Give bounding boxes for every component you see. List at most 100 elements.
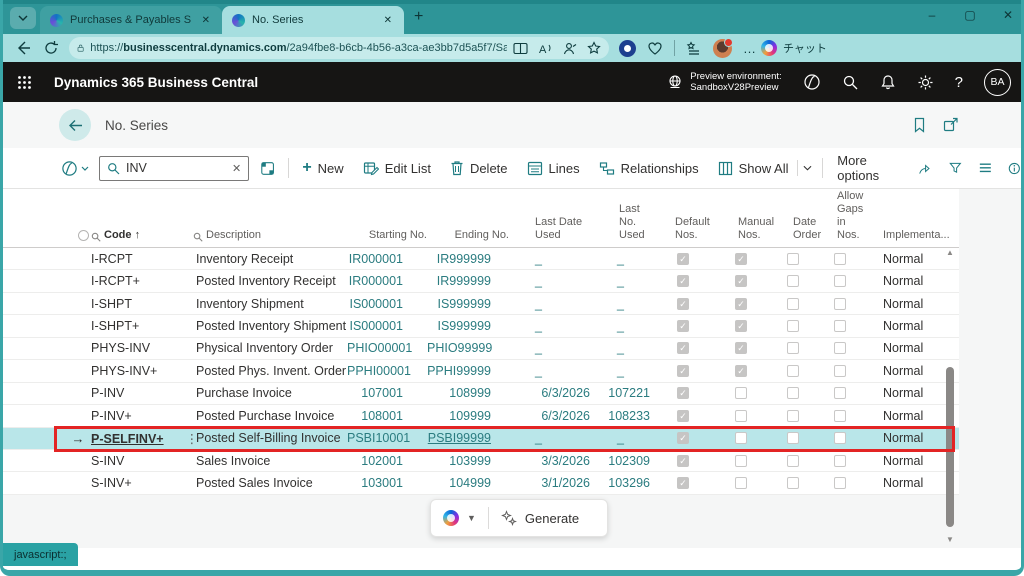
column-header-code[interactable]: Code ↑ [91,229,177,247]
cell-code[interactable]: I-RCPT [91,252,177,266]
cell-code[interactable]: P-SELFINV+⋮ [91,431,177,446]
table-row[interactable]: → P-SELFINV+⋮ Posted Self-Billing Invoic… [3,428,959,450]
cell-ending-no[interactable]: 103999 [427,454,511,468]
copilot-dropdown-button[interactable] [61,160,89,177]
cell-allow-gaps[interactable] [817,477,863,489]
new-tab-button[interactable]: + [414,8,423,26]
cell-implementation[interactable]: Normal [863,409,945,423]
cell-description[interactable]: Posted Self-Billing Invoice [177,431,347,445]
cell-manual-nos[interactable]: ✓ [713,275,769,287]
cell-description[interactable]: Posted Inventory Receipt [177,274,347,288]
cell-default-nos[interactable]: ✓ [653,432,713,444]
cell-last-no-used[interactable]: _ [593,364,653,378]
column-header-starting-no[interactable]: Starting No. [347,229,427,247]
table-row[interactable]: P-INV+ Posted Purchase Invoice 108001 10… [3,405,959,427]
column-header-implementation[interactable]: Implementa... [863,229,945,247]
column-header-default-nos[interactable]: Default Nos. [653,216,713,247]
cell-description[interactable]: Inventory Receipt [177,252,347,266]
cell-manual-nos[interactable] [713,387,769,399]
relationships-button[interactable]: Relationships [599,161,699,176]
cell-date-order[interactable] [769,477,817,489]
cell-allow-gaps[interactable] [817,253,863,265]
cell-last-no-used[interactable]: _ [593,341,653,355]
cell-allow-gaps[interactable] [817,387,863,399]
cell-date-order[interactable] [769,342,817,354]
scrollbar-thumb[interactable] [946,367,954,527]
cell-implementation[interactable]: Normal [863,476,945,490]
maximize-button[interactable]: ▢ [963,8,977,22]
notifications-bell-icon[interactable] [880,74,896,91]
cell-default-nos[interactable]: ✓ [653,365,713,377]
cell-manual-nos[interactable] [713,432,769,444]
cell-description[interactable]: Posted Purchase Invoice [177,409,347,423]
more-options-button[interactable]: More options [837,153,900,183]
clear-search-icon[interactable]: ✕ [232,162,241,175]
user-avatar[interactable]: BA [984,69,1011,96]
cell-manual-nos[interactable]: ✓ [713,253,769,265]
cell-ending-no[interactable]: 109999 [427,409,511,423]
cell-code[interactable]: P-INV [91,386,177,400]
column-header-allow-gaps[interactable]: Allow Gaps in Nos. [817,190,863,247]
cell-last-no-used[interactable]: 108233 [593,409,653,423]
scroll-down-icon[interactable]: ▼ [946,536,954,544]
cell-starting-no[interactable]: 102001 [347,454,427,468]
cell-description[interactable]: Physical Inventory Order [177,341,347,355]
cell-last-date-used[interactable]: _ [511,297,593,311]
tab-close-icon[interactable]: ✕ [380,13,396,28]
cell-last-date-used[interactable]: 6/3/2026 [511,386,593,400]
open-in-new-window-icon[interactable] [943,117,959,132]
cell-default-nos[interactable]: ✓ [653,320,713,332]
cell-allow-gaps[interactable] [817,365,863,377]
cell-starting-no[interactable]: IS000001 [347,297,427,311]
table-row[interactable]: S-INV Sales Invoice 102001 103999 3/3/20… [3,450,959,472]
cell-implementation[interactable]: Normal [863,274,945,288]
table-row[interactable]: S-INV+ Posted Sales Invoice 103001 10499… [3,472,959,494]
tab-no-series[interactable]: No. Series ✕ [222,6,404,34]
cell-starting-no[interactable]: 107001 [347,386,427,400]
address-bar[interactable]: https://businesscentral.dynamics.com/2a9… [69,37,609,59]
cell-last-no-used[interactable]: _ [593,274,653,288]
cell-starting-no[interactable]: PHIO00001 [347,341,427,355]
cell-implementation[interactable]: Normal [863,319,945,333]
cell-implementation[interactable]: Normal [863,386,945,400]
cell-ending-no[interactable]: IS999999 [427,297,511,311]
cell-ending-no[interactable]: 108999 [427,386,511,400]
collections-icon[interactable] [686,41,702,56]
filter-icon[interactable] [949,161,962,175]
cell-code[interactable]: I-RCPT+ [91,274,177,288]
cell-code[interactable]: I-SHPT+ [91,319,177,333]
row-selector[interactable]: → [65,431,91,446]
split-screen-icon[interactable] [513,42,528,55]
cell-manual-nos[interactable] [713,410,769,422]
cell-code[interactable]: P-INV+ [91,409,177,423]
cell-starting-no[interactable]: IR000001 [347,274,427,288]
search-box[interactable]: ✕ [99,156,249,181]
cell-default-nos[interactable]: ✓ [653,455,713,467]
close-button[interactable]: ✕ [1001,8,1015,22]
cell-code[interactable]: S-INV [91,454,177,468]
cell-implementation[interactable]: Normal [863,454,945,468]
select-all-circle[interactable] [65,230,91,247]
column-header-last-date-used[interactable]: Last Date Used [511,216,593,247]
cell-date-order[interactable] [769,455,817,467]
cell-implementation[interactable]: Normal [863,297,945,311]
help-button[interactable]: ? [955,74,963,91]
cell-starting-no[interactable]: PPHI00001 [347,364,427,378]
cell-allow-gaps[interactable] [817,320,863,332]
cell-date-order[interactable] [769,253,817,265]
cell-description[interactable]: Sales Invoice [177,454,347,468]
cell-last-no-used[interactable]: 103296 [593,476,653,490]
copilot-icon[interactable] [803,73,821,91]
show-all-chevron-icon[interactable] [803,165,812,171]
cell-last-date-used[interactable]: _ [511,274,593,288]
cell-allow-gaps[interactable] [817,432,863,444]
column-header-date-order[interactable]: Date Order [769,216,817,247]
browser-essentials-icon[interactable] [647,41,663,56]
scroll-up-icon[interactable]: ▲ [946,249,954,257]
tab-purchases-payables-setup[interactable]: Purchases & Payables Setup ✕ [40,6,222,34]
profile-icon[interactable] [563,42,577,55]
read-aloud-icon[interactable]: A [538,42,553,55]
cell-manual-nos[interactable] [713,477,769,489]
show-all-button[interactable]: Show All [718,161,789,176]
cell-starting-no[interactable]: IS000001 [347,319,427,333]
